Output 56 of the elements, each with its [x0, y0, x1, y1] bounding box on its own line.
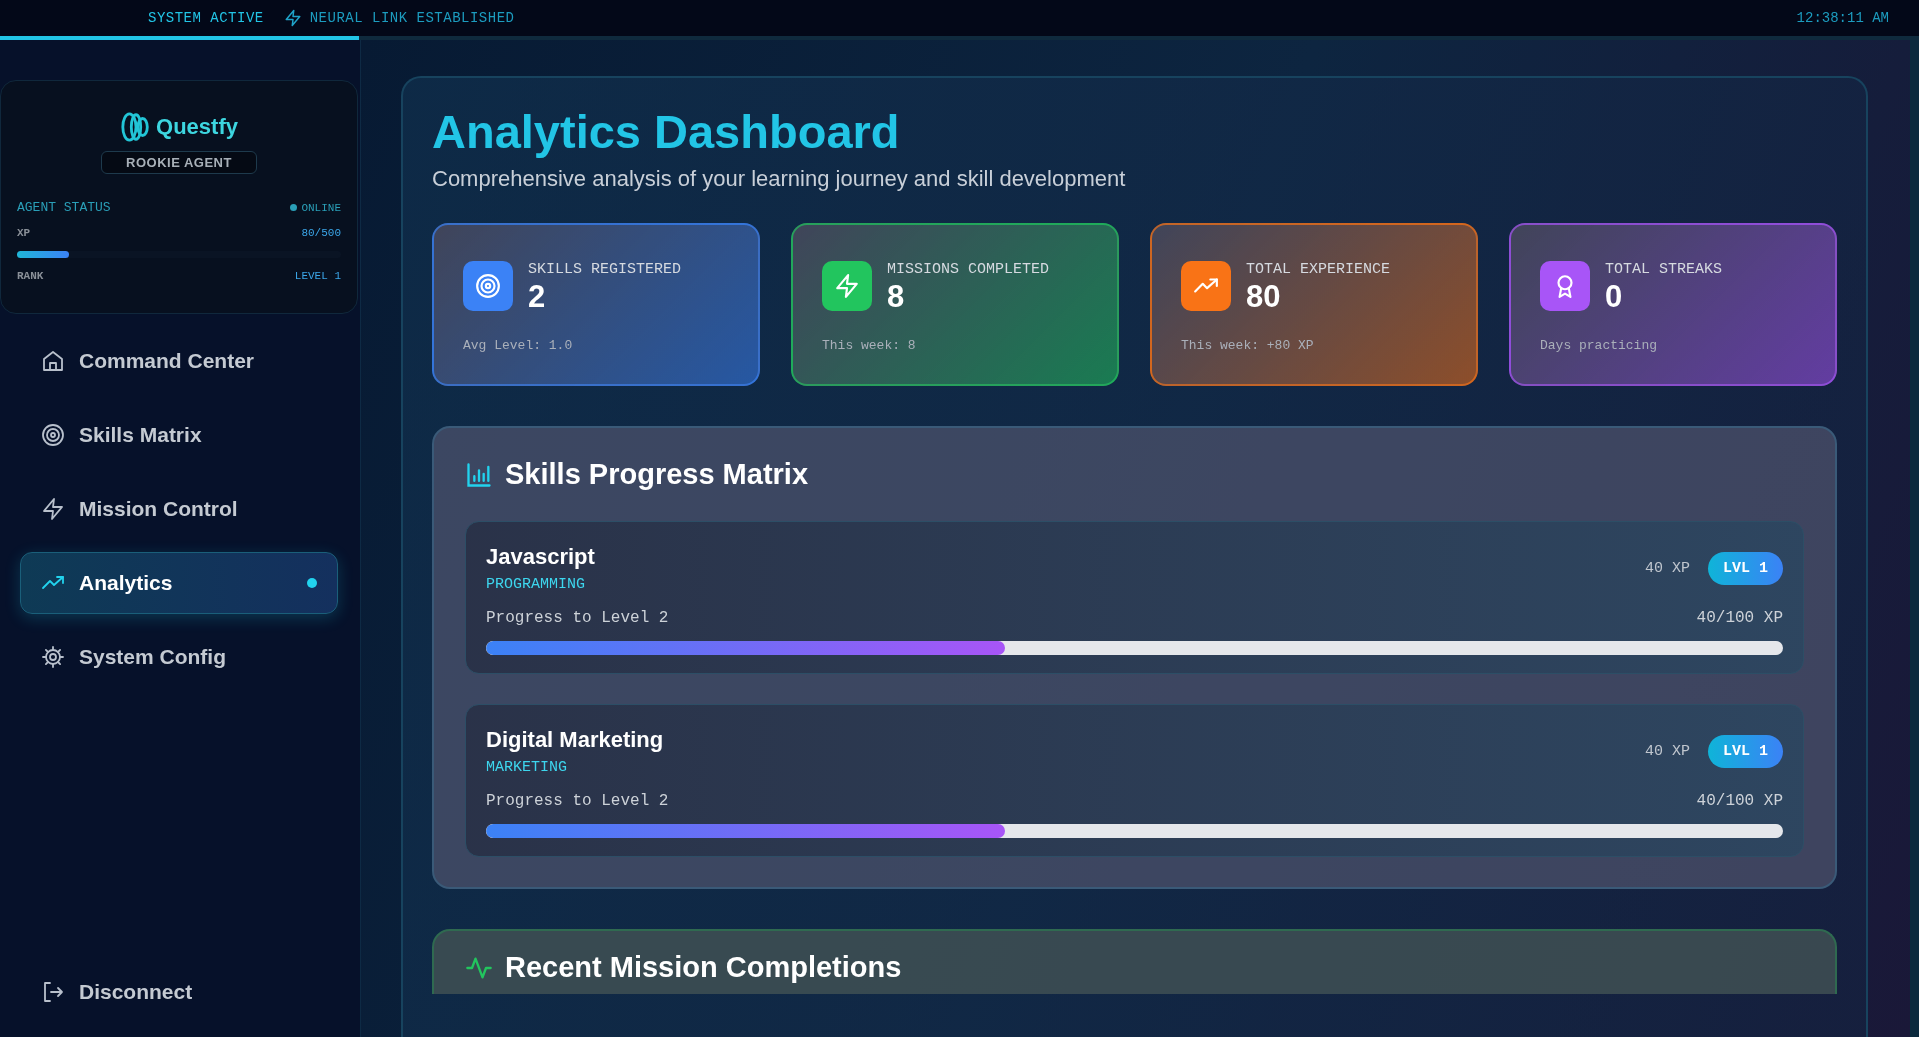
page-subtitle: Comprehensive analysis of your learning journey and skill development: [432, 166, 1127, 193]
section-title: AGENT STATUS: [17, 200, 111, 215]
stat-note: This week: 8: [822, 337, 917, 353]
logout-link[interactable]: Disconnect: [20, 961, 338, 1023]
progress-label: Progress to Level 2: [486, 792, 669, 811]
stat-note: Days practicing: [1540, 337, 1659, 353]
stat-value: 0: [1605, 278, 1624, 316]
stat-note: Avg Level: 1.0: [463, 337, 574, 353]
xp-label: XP: [17, 227, 31, 239]
lightning-icon: [41, 497, 65, 521]
rank-label: RANK: [17, 270, 44, 282]
stat-value: 8: [887, 278, 906, 316]
nav-item[interactable]: Analytics: [20, 552, 338, 614]
nav-item[interactable]: Skills Matrix: [20, 404, 338, 466]
skill-name: Digital Marketing: [486, 727, 664, 754]
home-icon: [41, 349, 65, 373]
section-title: Recent Mission Completions: [505, 951, 902, 985]
clock-time: 12:38:11 AM: [1796, 10, 1889, 26]
bar-chart-icon: [465, 460, 493, 489]
stat-label: MISSIONS COMPLETED: [887, 261, 1050, 279]
active-dot: [307, 578, 317, 588]
target-icon: [475, 273, 501, 300]
online-dot: [290, 204, 298, 211]
online-status: ONLINE: [301, 201, 341, 214]
progress-value: 40/100 XP: [1696, 609, 1783, 628]
logout-icon: [41, 980, 65, 1004]
stat-label: SKILLS REGISTERED: [528, 261, 682, 279]
nav-item[interactable]: System Config: [20, 626, 338, 688]
nav-item[interactable]: Command Center: [20, 330, 338, 392]
stat-value: 80: [1246, 278, 1282, 316]
brand-name: Questfy: [156, 114, 238, 140]
lightning-icon: [834, 273, 860, 300]
skill-category: PROGRAMMING: [486, 576, 587, 594]
progress-label: Progress to Level 2: [486, 609, 669, 628]
progress-value: 40/100 XP: [1696, 792, 1783, 811]
xp-value: 80/500: [301, 227, 341, 239]
skill-category: MARKETING: [486, 759, 568, 777]
target-icon: [41, 423, 65, 447]
rank-badge: ROOKIE AGENT: [101, 151, 257, 174]
skill-xp: 40 XP: [1644, 743, 1690, 761]
level-badge: LVL 1: [1708, 552, 1783, 586]
lightning-icon: [283, 9, 302, 27]
page-title: Analytics Dashboard: [432, 104, 901, 160]
skill-name: Javascript: [486, 544, 595, 571]
stat-note: This week: +80 XP: [1181, 337, 1315, 353]
rank-value: LEVEL 1: [294, 270, 341, 282]
status-text: SYSTEM ACTIVE: [148, 10, 264, 26]
status-text: NEURAL LINK ESTABLISHED: [309, 10, 515, 26]
stat-value: 2: [528, 278, 547, 316]
settings-icon: [41, 645, 65, 669]
nav-item[interactable]: Mission Control: [20, 478, 338, 540]
section-title: Skills Progress Matrix: [505, 458, 809, 492]
level-badge: LVL 1: [1708, 735, 1783, 769]
skill-xp: 40 XP: [1644, 560, 1690, 578]
stat-label: TOTAL EXPERIENCE: [1246, 261, 1391, 279]
stat-label: TOTAL STREAKS: [1605, 261, 1723, 279]
